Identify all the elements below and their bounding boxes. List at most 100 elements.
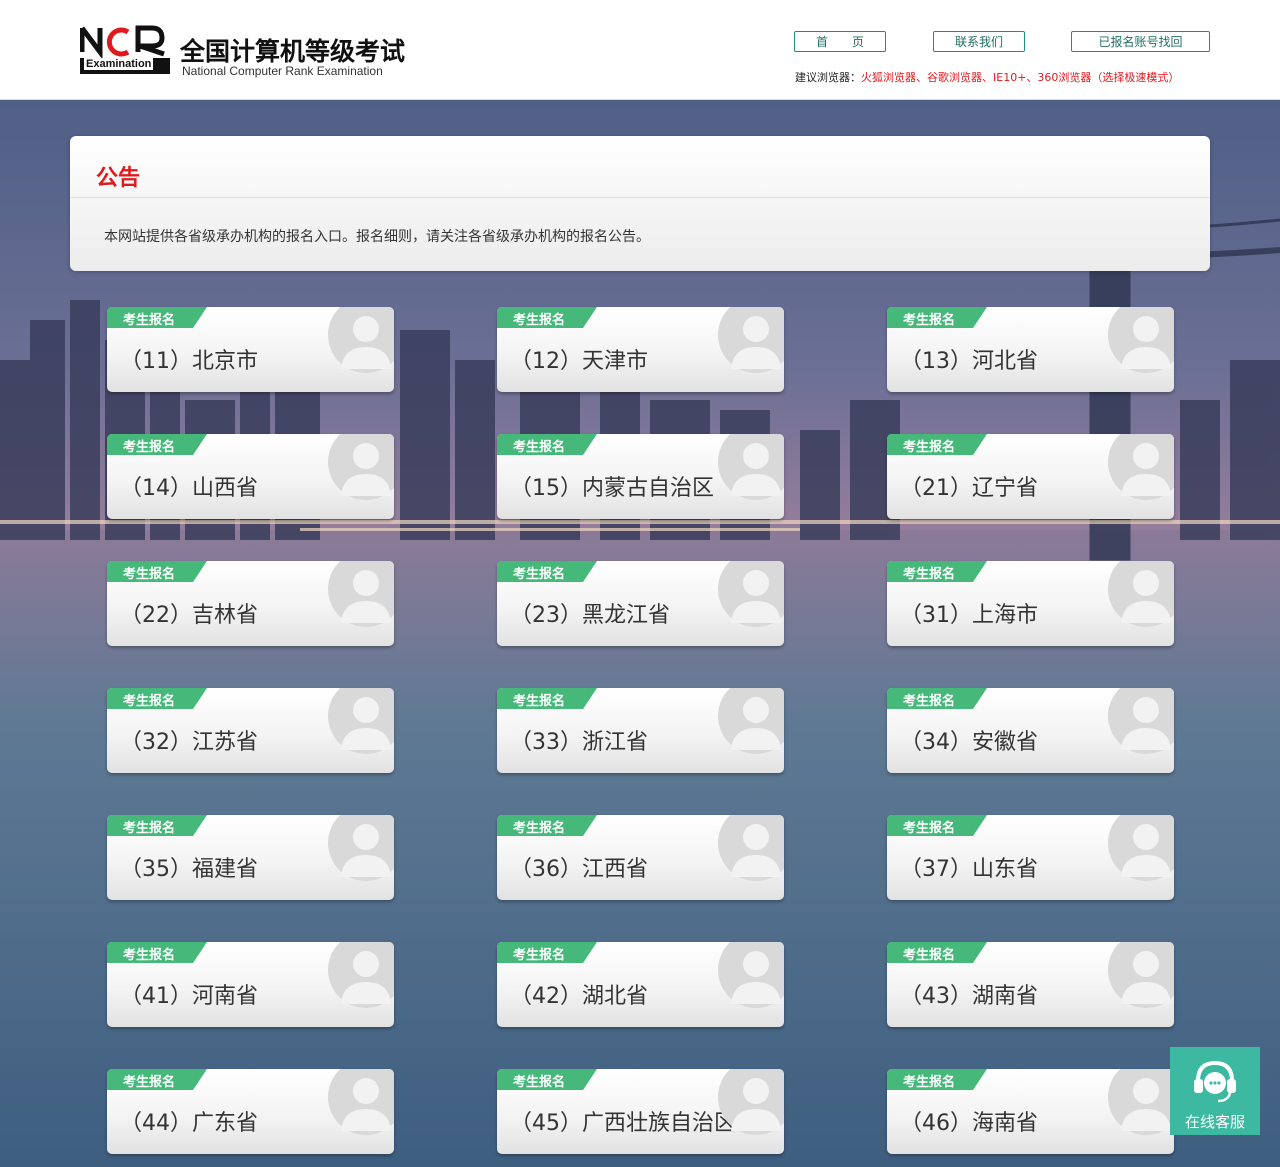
province-card[interactable]: 考生报名 （15）内蒙古自治区 [497,434,784,519]
online-service-label: 在线客服 [1184,1113,1245,1131]
province-card[interactable]: 考生报名 （32）江苏省 [107,688,394,773]
province-name: （11）北京市 [120,349,258,374]
registration-tag-text: 考生报名 [513,948,566,963]
registration-tag-text: 考生报名 [513,821,566,836]
registration-tag-text: 考生报名 [903,313,956,328]
province-card[interactable]: 考生报名 （36）江西省 [497,815,784,900]
registration-tag-text: 考生报名 [903,694,956,709]
registration-tag-text: 考生报名 [123,821,176,836]
registration-tag: 考生报名 [497,1069,597,1090]
logo-subtitle: National Computer Rank Examination [182,64,383,78]
browser-recommendation: 建议浏览器：火狐浏览器、谷歌浏览器、IE10+、360浏览器（选择极速模式） [795,69,1179,85]
browser-tip-label: 建议浏览器： [795,71,861,84]
user-avatar-icon [328,561,394,627]
notice-text: 本网站提供各省级承办机构的报名入口。报名细则，请关注各省级承办机构的报名公告。 [104,229,650,245]
province-card[interactable]: 考生报名 （23）黑龙江省 [497,561,784,646]
province-name: （45）广西壮族自治区 [510,1111,736,1136]
province-card[interactable]: 考生报名 （13）河北省 [887,307,1174,392]
registration-tag-text: 考生报名 [513,440,566,455]
registration-tag: 考生报名 [887,1069,987,1090]
registration-tag: 考生报名 [497,688,597,709]
province-card[interactable]: 考生报名 （35）福建省 [107,815,394,900]
headset-icon [1194,1060,1236,1103]
registration-tag-text: 考生报名 [903,1075,956,1090]
online-service-button[interactable]: 在线客服 [1170,1047,1260,1135]
user-avatar-icon [1108,307,1174,373]
province-card[interactable]: 考生报名 （43）湖南省 [887,942,1174,1027]
registration-tag-text: 考生报名 [903,821,956,836]
province-card[interactable]: 考生报名 （14）山西省 [107,434,394,519]
province-name: （34）安徽省 [900,730,1038,755]
province-name: （32）江苏省 [120,730,258,755]
province-name: （14）山西省 [120,476,258,501]
user-avatar-icon [718,307,784,373]
registration-tag: 考生报名 [107,561,207,582]
account-recovery-button[interactable]: 已报名账号找回 [1071,31,1210,52]
registration-tag: 考生报名 [107,307,207,328]
user-avatar-icon [718,434,784,500]
registration-tag: 考生报名 [107,1069,207,1090]
province-card[interactable]: 考生报名 （46）海南省 [887,1069,1174,1154]
registration-tag-text: 考生报名 [513,1075,566,1090]
notice-panel: 公告 本网站提供各省级承办机构的报名入口。报名细则，请关注各省级承办机构的报名公… [70,136,1210,271]
user-avatar-icon [328,1069,394,1135]
province-card[interactable]: 考生报名 （31）上海市 [887,561,1174,646]
contact-us-button[interactable]: 联系我们 [933,31,1025,52]
province-card[interactable]: 考生报名 （33）浙江省 [497,688,784,773]
province-name: （12）天津市 [510,349,648,374]
registration-tag: 考生报名 [497,434,597,455]
home-button[interactable]: 首 页 [794,31,886,52]
province-card[interactable]: 考生报名 （12）天津市 [497,307,784,392]
province-card[interactable]: 考生报名 （37）山东省 [887,815,1174,900]
province-name: （21）辽宁省 [900,476,1038,501]
logo-title: 全国计算机等级考试 [180,37,406,66]
registration-tag: 考生报名 [887,307,987,328]
registration-tag-text: 考生报名 [123,440,176,455]
user-avatar-icon [328,307,394,373]
user-avatar-icon [1108,434,1174,500]
registration-tag: 考生报名 [887,942,987,963]
registration-tag: 考生报名 [497,307,597,328]
province-card[interactable]: 考生报名 （44）广东省 [107,1069,394,1154]
user-avatar-icon [718,688,784,754]
registration-tag: 考生报名 [887,815,987,836]
registration-tag: 考生报名 [107,815,207,836]
notice-title: 公告 [96,166,141,191]
notice-divider [70,197,1210,198]
registration-tag-text: 考生报名 [123,567,176,582]
user-avatar-icon [718,815,784,881]
registration-tag: 考生报名 [107,434,207,455]
province-card[interactable]: 考生报名 （21）辽宁省 [887,434,1174,519]
user-avatar-icon [718,561,784,627]
registration-tag: 考生报名 [107,688,207,709]
province-card[interactable]: 考生报名 （45）广西壮族自治区 [497,1069,784,1154]
registration-tag: 考生报名 [497,942,597,963]
province-card[interactable]: 考生报名 （34）安徽省 [887,688,1174,773]
registration-tag-text: 考生报名 [903,440,956,455]
province-name: （31）上海市 [900,603,1038,628]
province-name: （23）黑龙江省 [510,603,670,628]
province-name: （37）山东省 [900,857,1038,882]
registration-tag-text: 考生报名 [123,313,176,328]
registration-tag-text: 考生报名 [123,948,176,963]
province-name: （44）广东省 [120,1111,258,1136]
user-avatar-icon [1108,688,1174,754]
registration-tag-text: 考生报名 [123,1075,176,1090]
user-avatar-icon [1108,1069,1174,1135]
registration-tag-text: 考生报名 [903,567,956,582]
province-card[interactable]: 考生报名 （41）河南省 [107,942,394,1027]
registration-tag-text: 考生报名 [513,694,566,709]
site-logo[interactable]: Examination 全国计算机等级考试 National Computer … [80,24,420,80]
user-avatar-icon [718,942,784,1008]
logo-mark-sub: Examination [84,58,154,70]
registration-tag-text: 考生报名 [903,948,956,963]
province-name: （42）湖北省 [510,984,648,1009]
province-name: （43）湖南省 [900,984,1038,1009]
user-avatar-icon [1108,815,1174,881]
province-card[interactable]: 考生报名 （11）北京市 [107,307,394,392]
registration-tag: 考生报名 [497,561,597,582]
registration-tag-text: 考生报名 [513,313,566,328]
province-name: （36）江西省 [510,857,648,882]
province-card[interactable]: 考生报名 （42）湖北省 [497,942,784,1027]
province-card[interactable]: 考生报名 （22）吉林省 [107,561,394,646]
